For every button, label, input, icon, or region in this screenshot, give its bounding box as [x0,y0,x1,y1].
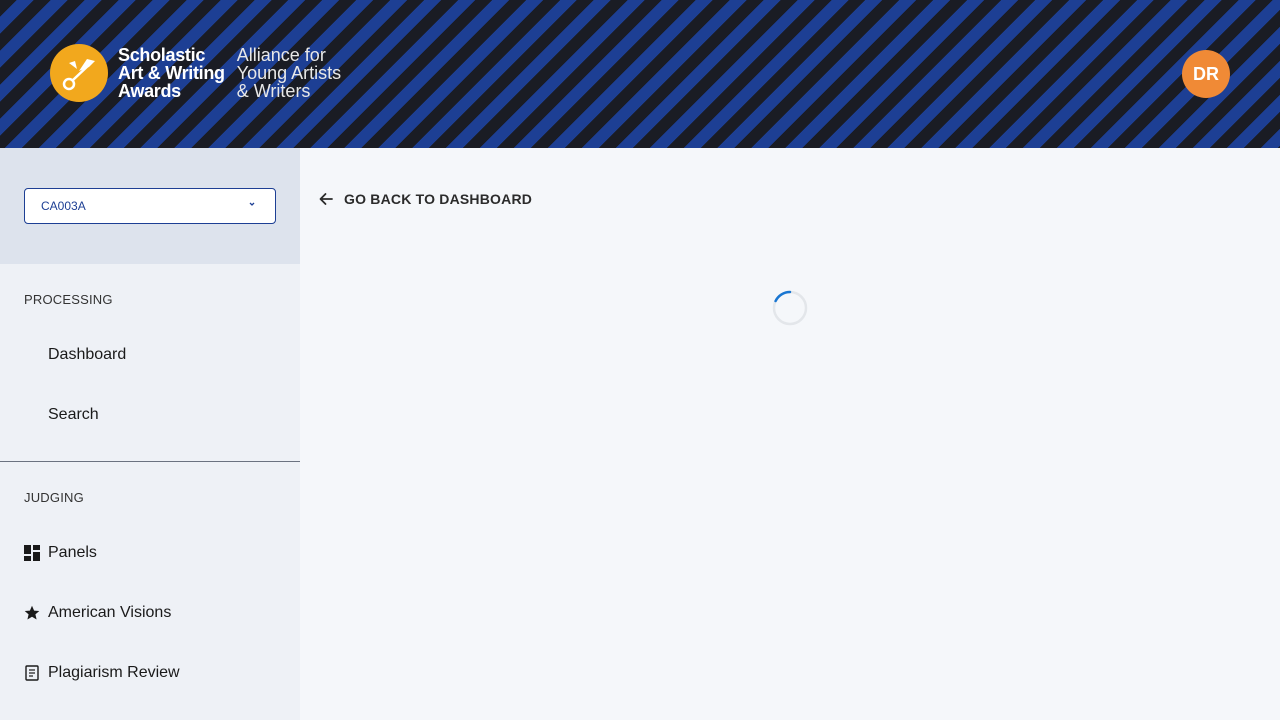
sidebar-item-label: Panels [48,544,97,561]
logo-line-2: Art & Writing [118,63,225,83]
main-content: GO BACK TO DASHBOARD [300,148,1280,720]
tagline-line-2: Young Artists [236,63,342,83]
sidebar-item-label: Dashboard [48,346,127,363]
top-header: Scholastic Art & Writing Awards Alliance… [0,0,1280,148]
sidebar-item-label: American Visions [48,604,172,621]
loading-spinner-icon [772,290,808,326]
sidebar-item-label: Plagiarism Review [48,664,180,681]
logo-line-3: Awards [118,81,181,101]
document-icon [24,665,40,681]
back-link-label: GO BACK TO DASHBOARD [344,191,533,207]
section-label-processing: PROCESSING [24,292,113,307]
org-select-dropdown[interactable]: CA003A [24,188,276,224]
logo-tagline: Alliance for Young Artists & Writers [237,46,341,100]
section-label-judging: JUDGING [24,490,84,505]
star-icon [24,605,40,621]
logo-wordmark: Scholastic Art & Writing Awards [118,46,225,100]
sidebar-item-panels[interactable]: Panels [0,533,300,573]
sidebar-divider [0,461,300,462]
logo-line-1: Scholastic [118,45,206,65]
user-avatar[interactable]: DR [1182,50,1230,98]
dashboard-grid-icon [24,545,40,561]
chevron-down-icon [247,198,257,212]
sidebar-item-plagiarism-review[interactable]: Plagiarism Review [0,653,300,693]
scholastic-logo[interactable]: Scholastic Art & Writing Awards Alliance… [50,44,341,102]
sidebar-item-dashboard[interactable]: Dashboard [0,335,300,375]
org-select-value: CA003A [41,199,86,213]
back-to-dashboard-link[interactable]: GO BACK TO DASHBOARD [318,189,532,209]
org-selector-panel: CA003A [0,148,300,264]
key-emblem-icon [50,44,108,102]
sidebar-item-search[interactable]: Search [0,395,300,435]
arrow-left-icon [319,193,333,205]
sidebar-item-american-visions[interactable]: American Visions [0,593,300,633]
sidebar-item-label: Search [48,406,99,423]
sidebar: CA003A PROCESSING Dashboard Search JUDGI… [0,148,300,720]
tagline-line-3: & Writers [236,81,311,101]
tagline-line-1: Alliance for [236,45,326,65]
